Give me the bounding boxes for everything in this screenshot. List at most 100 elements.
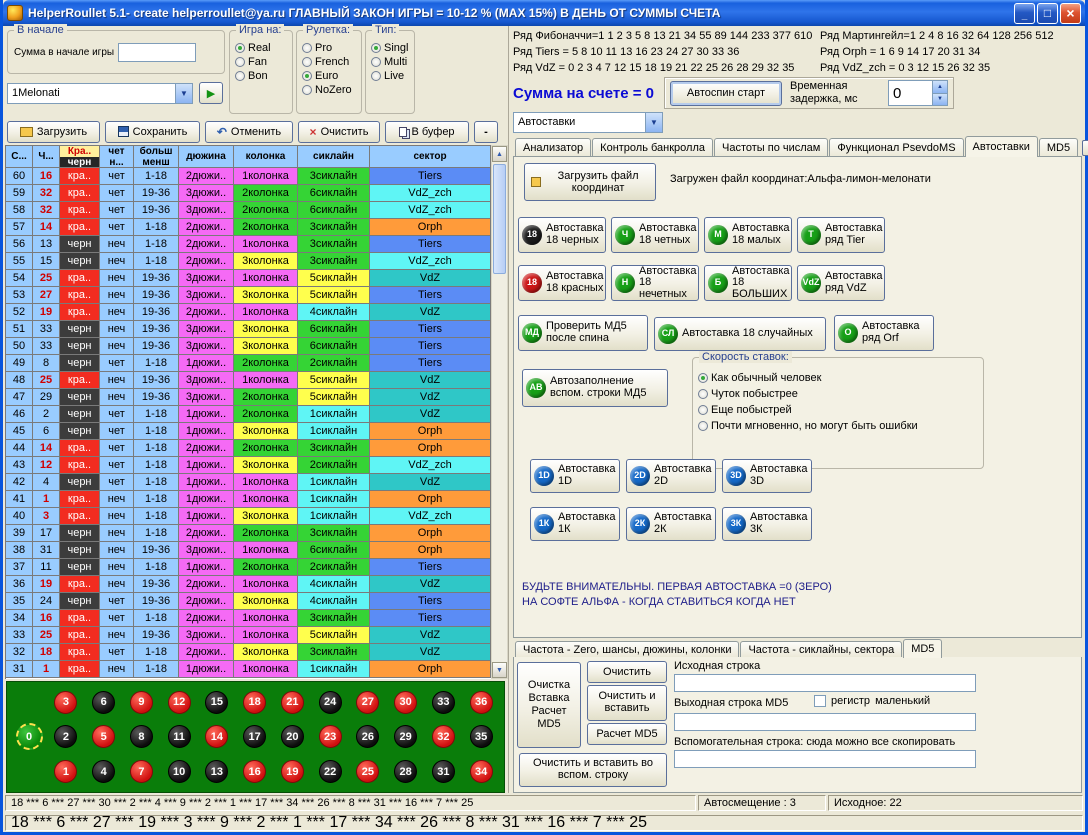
type-option[interactable]: Multi xyxy=(371,56,412,68)
check-md5-button[interactable]: МДПроверить МД5 после спина xyxy=(518,315,648,351)
board-number-15[interactable]: 15 xyxy=(205,691,228,714)
board-number-9[interactable]: 9 xyxy=(130,691,153,714)
board-number-13[interactable]: 13 xyxy=(205,760,228,783)
board-number-5[interactable]: 5 xyxy=(92,725,115,748)
board-number-25[interactable]: 25 xyxy=(356,760,379,783)
start-sum-input[interactable] xyxy=(118,43,196,62)
board-number-18[interactable]: 18 xyxy=(243,691,266,714)
scrollbar-track[interactable] xyxy=(492,162,507,662)
close-button[interactable]: × xyxy=(1060,3,1081,24)
board-number-8[interactable]: 8 xyxy=(130,725,153,748)
speed-option[interactable]: Как обычный человек xyxy=(698,372,981,384)
board-number-11[interactable]: 11 xyxy=(168,725,191,748)
bet-button-1[interactable]: 18Автоставка 18 черных xyxy=(518,217,606,253)
bet-1d-button[interactable]: 1DАвтоставка 1D xyxy=(530,459,620,493)
md5-calc-button[interactable]: Расчет MD5 xyxy=(587,723,667,745)
speed-option[interactable]: Чуток побыстрее xyxy=(698,388,981,400)
bottom-tab-3[interactable]: MD5 xyxy=(903,639,942,658)
bet-button-2[interactable]: ЧАвтоставка 18 четных xyxy=(611,217,699,253)
board-number-22[interactable]: 22 xyxy=(319,760,342,783)
board-number-27[interactable]: 27 xyxy=(356,691,379,714)
autostavki-select[interactable]: Автоставки ▼ xyxy=(513,112,663,133)
game-option[interactable]: Fan xyxy=(235,56,290,68)
load-button[interactable]: Загрузить xyxy=(7,121,100,143)
board-number-34[interactable]: 34 xyxy=(470,760,493,783)
bet-3k-button[interactable]: 3КАвтоставка 3К xyxy=(722,507,812,541)
chevron-down-icon[interactable]: ▼ xyxy=(645,113,662,132)
speed-option[interactable]: Почти мгновенно, но могут быть ошибки xyxy=(698,420,981,432)
bet-random-button[interactable]: СЛАвтоставка 18 случайных xyxy=(654,317,826,351)
board-number-31[interactable]: 31 xyxy=(432,760,455,783)
tab-1[interactable]: Анализатор xyxy=(515,138,591,156)
roulette-option[interactable]: Pro xyxy=(302,42,359,54)
board-number-2[interactable]: 2 xyxy=(54,725,77,748)
register-checkbox[interactable] xyxy=(814,695,826,707)
md5-clear-paste-button[interactable]: Очистить и вставить xyxy=(587,685,667,721)
board-number-35[interactable]: 35 xyxy=(470,725,493,748)
md5-clear-paste-aux-button[interactable]: Очистить и вставить во вспом. строку xyxy=(519,753,667,787)
md5-clear-button[interactable]: Очистить xyxy=(587,661,667,683)
autofill-md5-button[interactable]: АВАвтозаполнение вспом. строки МД5 xyxy=(522,369,668,407)
board-number-32[interactable]: 32 xyxy=(432,725,455,748)
bet-button-6[interactable]: НАвтоставка 18 нечетных xyxy=(611,265,699,301)
board-number-33[interactable]: 33 xyxy=(432,691,455,714)
board-number-23[interactable]: 23 xyxy=(319,725,342,748)
bottom-tab-1[interactable]: Частота - Zero, шансы, дюжины, колонки xyxy=(515,641,739,657)
spinner-down-icon[interactable]: ▼ xyxy=(933,94,947,106)
board-number-4[interactable]: 4 xyxy=(92,760,115,783)
speed-option[interactable]: Еще побыстрей xyxy=(698,404,981,416)
board-number-3[interactable]: 3 xyxy=(54,691,77,714)
profile-select[interactable]: 1Melonati ▼ xyxy=(7,83,193,104)
board-number-28[interactable]: 28 xyxy=(394,760,417,783)
bottom-tab-2[interactable]: Частота - сиклайны, сектора xyxy=(740,641,902,657)
delay-input[interactable] xyxy=(889,81,932,105)
load-coordinates-button[interactable]: Загрузить файл координат xyxy=(524,163,656,201)
tab-6[interactable]: MD5 xyxy=(1039,138,1078,156)
bet-2k-button[interactable]: 2КАвтоставка 2К xyxy=(626,507,716,541)
clear-button[interactable]: ×Очистить xyxy=(298,121,380,143)
bet-button-3[interactable]: МАвтоставка 18 малых xyxy=(704,217,792,253)
roulette-option[interactable]: Euro xyxy=(302,70,359,82)
board-number-6[interactable]: 6 xyxy=(92,691,115,714)
bet-orf-button[interactable]: ОАвтоставка ряд Orf xyxy=(834,315,934,351)
bet-button-5[interactable]: 18Автоставка 18 красных xyxy=(518,265,606,301)
tab-2[interactable]: Контроль банкролла xyxy=(592,138,713,156)
bet-button-4[interactable]: ТАвтоставка ряд Tier xyxy=(797,217,885,253)
roulette-option[interactable]: NoZero xyxy=(302,84,359,96)
bet-button-8[interactable]: VdZАвтоставка ряд VdZ xyxy=(797,265,885,301)
tab-4[interactable]: Функционал PsevdoMS xyxy=(829,138,963,156)
table-scrollbar[interactable]: ▲ ▼ xyxy=(491,145,508,679)
save-button[interactable]: Сохранить xyxy=(105,121,200,143)
bet-button-7[interactable]: БАвтоставка 18 БОЛЬШИХ xyxy=(704,265,792,301)
bet-2d-button[interactable]: 2DАвтоставка 2D xyxy=(626,459,716,493)
board-number-12[interactable]: 12 xyxy=(168,691,191,714)
minimize-button[interactable]: _ xyxy=(1014,3,1035,24)
maximize-button[interactable]: □ xyxy=(1037,3,1058,24)
board-number-0[interactable]: 0 xyxy=(16,723,43,750)
board-number-24[interactable]: 24 xyxy=(319,691,342,714)
board-number-17[interactable]: 17 xyxy=(243,725,266,748)
buffer-button[interactable]: В буфер xyxy=(385,121,469,143)
board-number-29[interactable]: 29 xyxy=(394,725,417,748)
output-string-input[interactable] xyxy=(674,713,976,731)
board-number-21[interactable]: 21 xyxy=(281,691,304,714)
board-number-7[interactable]: 7 xyxy=(130,760,153,783)
type-option[interactable]: Live xyxy=(371,70,412,82)
undo-button[interactable]: ↶Отменить xyxy=(205,121,293,143)
bet-1k-button[interactable]: 1КАвтоставка 1К xyxy=(530,507,620,541)
board-number-19[interactable]: 19 xyxy=(281,760,304,783)
board-number-20[interactable]: 20 xyxy=(281,725,304,748)
board-number-16[interactable]: 16 xyxy=(243,760,266,783)
board-number-30[interactable]: 30 xyxy=(394,691,417,714)
scroll-up-icon[interactable]: ▲ xyxy=(492,146,507,162)
roulette-option[interactable]: French xyxy=(302,56,359,68)
minus-button[interactable]: - xyxy=(474,121,498,143)
tab-3[interactable]: Частоты по числам xyxy=(714,138,828,156)
type-option[interactable]: Singl xyxy=(371,42,412,54)
autospin-start-button[interactable]: Автоспин старт xyxy=(670,81,782,106)
tab-scroll-left-icon[interactable]: ◄ xyxy=(1082,140,1088,156)
board-number-36[interactable]: 36 xyxy=(470,691,493,714)
board-number-14[interactable]: 14 xyxy=(205,725,228,748)
aux-string-input[interactable] xyxy=(674,750,976,768)
board-number-10[interactable]: 10 xyxy=(168,760,191,783)
